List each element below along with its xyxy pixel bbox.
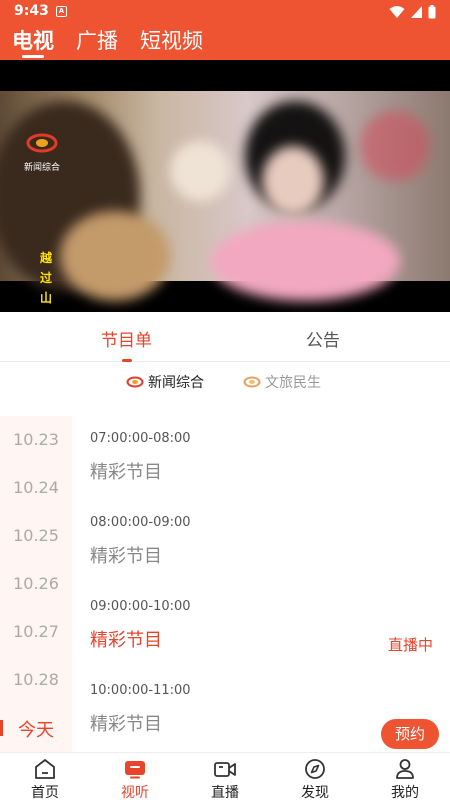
nav-mine[interactable]: 我的 (360, 753, 450, 800)
video-overlay-title: 越过山丘 (39, 251, 52, 312)
date-item[interactable]: 10.23 (0, 430, 72, 449)
nav-home-label: 首页 (31, 785, 59, 800)
battery-icon (428, 5, 436, 19)
top-header: 9:43 A 电视 广播 短视频 (0, 0, 450, 60)
channel-logo: 新闻综合 (20, 132, 64, 173)
program-time: 07:00:00-08:00 (90, 431, 191, 446)
channel-logo-icon (26, 133, 58, 153)
nav-av[interactable]: 视听 (90, 753, 180, 800)
signal-icon (411, 6, 422, 18)
video-player[interactable]: 新闻综合 越过山丘 (0, 60, 450, 312)
nav-home[interactable]: 首页 (0, 753, 90, 800)
schedule-tabs: 节目单 公告 (0, 312, 450, 362)
nav-discover[interactable]: 发现 (270, 753, 360, 800)
nav-live-label: 直播 (211, 785, 239, 800)
program-name: 精彩节目 (90, 630, 162, 651)
date-item[interactable]: 10.26 (0, 574, 72, 593)
date-item[interactable]: 10.25 (0, 526, 72, 545)
date-list: 10.23 10.24 10.25 10.26 10.27 10.28 今天 (0, 416, 72, 752)
tab-short-video[interactable]: 短视频 (140, 28, 203, 54)
program-list: 07:00:00-08:00 精彩节目 08:00:00-09:00 精彩节目 … (72, 416, 450, 752)
bottom-nav: 首页 视听 直播 发现 我的 (0, 752, 450, 800)
tab-tv[interactable]: 电视 (12, 28, 54, 58)
reserve-button[interactable]: 预约 (381, 719, 439, 749)
date-item[interactable]: 10.27 (0, 622, 72, 641)
tv-icon (125, 761, 145, 779)
program-item-live[interactable]: 09:00:00-10:00 精彩节目 直播中 (90, 599, 435, 654)
tab-announcement[interactable]: 公告 (306, 326, 340, 351)
program-item[interactable]: 07:00:00-08:00 精彩节目 (90, 431, 435, 484)
compass-icon (305, 759, 325, 779)
system-icons (389, 5, 436, 19)
tab-radio[interactable]: 广播 (76, 28, 118, 54)
nav-live[interactable]: 直播 (180, 753, 270, 800)
program-name: 精彩节目 (90, 546, 162, 567)
channel-culture[interactable]: 文旅民生 (243, 372, 321, 392)
status-bar: 9:43 A (0, 0, 450, 24)
channel-culture-label: 文旅民生 (265, 375, 321, 391)
app-root: 9:43 A 电视 广播 短视频 新闻综合 越过山 节目单 公告 新闻综合 文旅… (0, 0, 450, 800)
program-name: 精彩节目 (90, 462, 162, 483)
channel-logo-icon (126, 376, 144, 388)
date-item-today[interactable]: 今天 (0, 716, 72, 742)
video-frame (0, 91, 450, 301)
date-item[interactable]: 10.24 (0, 478, 72, 497)
channel-news-label: 新闻综合 (148, 375, 204, 391)
channel-selector: 新闻综合 文旅民生 (0, 362, 450, 402)
status-time: 9:43 (14, 3, 49, 19)
nav-mine-label: 我的 (391, 785, 419, 800)
notification-icon: A (56, 6, 67, 17)
program-time: 08:00:00-09:00 (90, 515, 191, 530)
wifi-icon (389, 6, 405, 18)
home-icon (35, 759, 55, 779)
program-item[interactable]: 10:00:00-11:00 精彩节目 预约 (90, 683, 439, 749)
program-time: 10:00:00-11:00 (90, 683, 191, 698)
nav-av-label: 视听 (121, 785, 149, 800)
channel-logo-label: 新闻综合 (23, 163, 60, 173)
program-item[interactable]: 08:00:00-09:00 精彩节目 (90, 515, 435, 568)
main-tabs: 电视 广播 短视频 (12, 28, 203, 58)
channel-news[interactable]: 新闻综合 (126, 372, 204, 392)
date-item[interactable]: 10.28 (0, 670, 72, 689)
channel-logo-icon (243, 376, 261, 388)
nav-discover-label: 发现 (301, 785, 329, 800)
camera-icon (214, 762, 236, 777)
tab-schedule[interactable]: 节目单 (101, 326, 152, 351)
program-time: 09:00:00-10:00 (90, 599, 191, 614)
live-badge: 直播中 (387, 636, 433, 654)
person-icon (396, 759, 414, 779)
